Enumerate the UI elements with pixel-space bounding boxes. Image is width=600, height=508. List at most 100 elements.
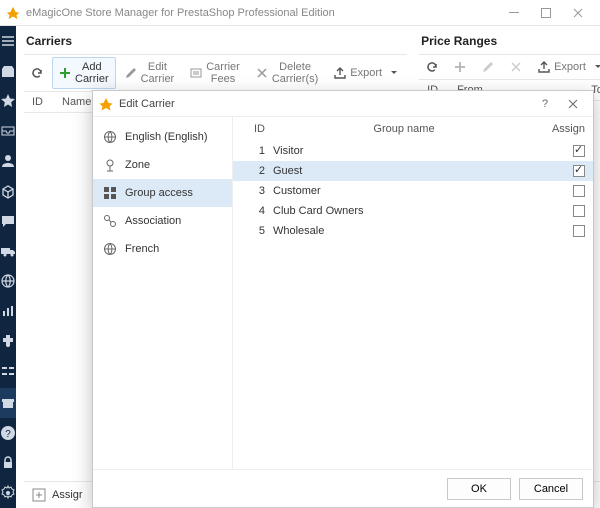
delete-carriers-button[interactable]: Delete Carrier(s)	[249, 57, 325, 89]
export-label: Export	[350, 67, 382, 79]
svg-text:?: ?	[5, 429, 11, 440]
group-grid-row[interactable]: 4Club Card Owners	[233, 201, 593, 221]
refresh-icon	[31, 67, 43, 79]
chevron-down-icon	[388, 67, 400, 79]
side-item-label: Zone	[125, 159, 150, 171]
modal-help-button[interactable]: ?	[531, 91, 559, 117]
nav-shipping[interactable]	[0, 236, 16, 266]
titlebar: eMagicOne Store Manager for PrestaShop P…	[0, 0, 600, 26]
assign-checkbox[interactable]	[573, 185, 585, 197]
workarea: Carriers Add Carrier Edit Carrier Carrie…	[16, 26, 600, 508]
group-grid-row[interactable]: 1Visitor	[233, 141, 593, 161]
carrier-fees-button[interactable]: Carrier Fees	[183, 57, 247, 89]
pr-export-button[interactable]: Export	[531, 57, 600, 77]
pencil-icon	[482, 61, 494, 73]
export-icon	[538, 61, 550, 73]
grid-cell-assign[interactable]	[535, 145, 585, 157]
side-item-label: Group access	[125, 187, 193, 199]
side-item-zone[interactable]: Zone	[93, 151, 232, 179]
window-title: eMagicOne Store Manager for PrestaShop P…	[26, 7, 498, 19]
side-item-label: Association	[125, 215, 181, 227]
col-id[interactable]: ID	[28, 96, 58, 108]
nav-messages[interactable]	[0, 206, 16, 236]
grid-cell-assign[interactable]	[535, 165, 585, 177]
side-item-label: French	[125, 243, 159, 255]
pr-edit-button[interactable]	[475, 57, 501, 77]
modal-main: ID Group name Assign 1Visitor2Guest3Cust…	[233, 117, 593, 469]
minimize-button[interactable]	[498, 0, 530, 26]
refresh-icon	[426, 61, 438, 73]
modal-title: Edit Carrier	[119, 98, 531, 110]
carriers-toolbar: Add Carrier Edit Carrier Carrier Fees De…	[24, 54, 407, 92]
association-icon	[103, 214, 117, 228]
app-icon	[99, 97, 113, 111]
modal-close-button[interactable]	[559, 91, 587, 117]
nav-store[interactable]	[0, 56, 16, 86]
plus-icon	[454, 61, 466, 73]
assign-checkbox[interactable]	[573, 225, 585, 237]
nav-menu[interactable]	[0, 26, 16, 56]
assign-checkbox[interactable]	[573, 205, 585, 217]
nav-localization[interactable]	[0, 266, 16, 296]
side-item-group-access[interactable]: Group access	[93, 179, 232, 207]
nav-favorites[interactable]	[0, 86, 16, 116]
grid-cell-assign[interactable]	[535, 205, 585, 217]
nav-tools[interactable]	[0, 356, 16, 386]
pr-delete-button[interactable]	[503, 57, 529, 77]
grid-col-name[interactable]: Group name	[273, 123, 535, 135]
group-grid-row[interactable]: 3Customer	[233, 181, 593, 201]
side-item-french[interactable]: French	[93, 235, 232, 263]
export-icon	[334, 67, 346, 79]
ok-button[interactable]: OK	[447, 478, 511, 500]
modal-titlebar: Edit Carrier ?	[93, 91, 593, 117]
nav-settings[interactable]	[0, 478, 16, 508]
nav-lock[interactable]	[0, 448, 16, 478]
carrier-fees-label: Carrier Fees	[206, 61, 240, 85]
globe-icon	[103, 242, 117, 256]
modal-side-nav: English (English) Zone Group access Asso…	[93, 117, 233, 469]
app-icon	[6, 6, 20, 20]
group-grid-body: 1Visitor2Guest3Customer4Club Card Owners…	[233, 141, 593, 241]
maximize-button[interactable]	[530, 0, 562, 26]
group-grid-row[interactable]: 2Guest	[233, 161, 593, 181]
zone-icon	[103, 158, 117, 172]
edit-carrier-modal: Edit Carrier ? English (English) Zone	[92, 90, 594, 508]
nav-customers[interactable]	[0, 146, 16, 176]
export-button[interactable]: Export	[327, 63, 407, 83]
delete-icon	[256, 67, 268, 79]
pr-refresh-button[interactable]	[419, 57, 445, 77]
nav-stats[interactable]	[0, 296, 16, 326]
nav-inbox[interactable]	[0, 116, 16, 146]
edit-carrier-button[interactable]: Edit Carrier	[118, 57, 182, 89]
group-grid-row[interactable]: 5Wholesale	[233, 221, 593, 241]
assignment-label: Assigr	[52, 489, 83, 501]
group-icon	[103, 186, 117, 200]
nav-help[interactable]: ?	[0, 418, 16, 448]
pr-export-label: Export	[554, 61, 586, 73]
assign-checkbox[interactable]	[573, 145, 585, 157]
cancel-button[interactable]: Cancel	[519, 478, 583, 500]
assign-checkbox[interactable]	[573, 165, 585, 177]
fees-icon	[190, 67, 202, 79]
grid-cell-assign[interactable]	[535, 225, 585, 237]
left-nav: ?	[0, 26, 16, 508]
side-item-language[interactable]: English (English)	[93, 123, 232, 151]
grid-cell-id: 4	[241, 205, 273, 217]
close-button[interactable]	[562, 0, 594, 26]
nav-modules[interactable]	[0, 326, 16, 356]
grid-cell-id: 1	[241, 145, 273, 157]
add-carrier-button[interactable]: Add Carrier	[52, 57, 116, 89]
add-carrier-label: Add Carrier	[75, 61, 109, 85]
grid-col-id[interactable]: ID	[241, 123, 273, 135]
nav-archive[interactable]	[0, 388, 16, 418]
assignment-icon	[32, 488, 46, 502]
carriers-title: Carriers	[26, 34, 407, 48]
edit-carrier-label: Edit Carrier	[141, 61, 175, 85]
nav-catalog[interactable]	[0, 176, 16, 206]
pr-add-button[interactable]	[447, 57, 473, 77]
grid-col-assign[interactable]: Assign	[535, 123, 585, 135]
refresh-button[interactable]	[24, 63, 50, 83]
side-item-association[interactable]: Association	[93, 207, 232, 235]
pencil-icon	[125, 67, 137, 79]
grid-cell-assign[interactable]	[535, 185, 585, 197]
